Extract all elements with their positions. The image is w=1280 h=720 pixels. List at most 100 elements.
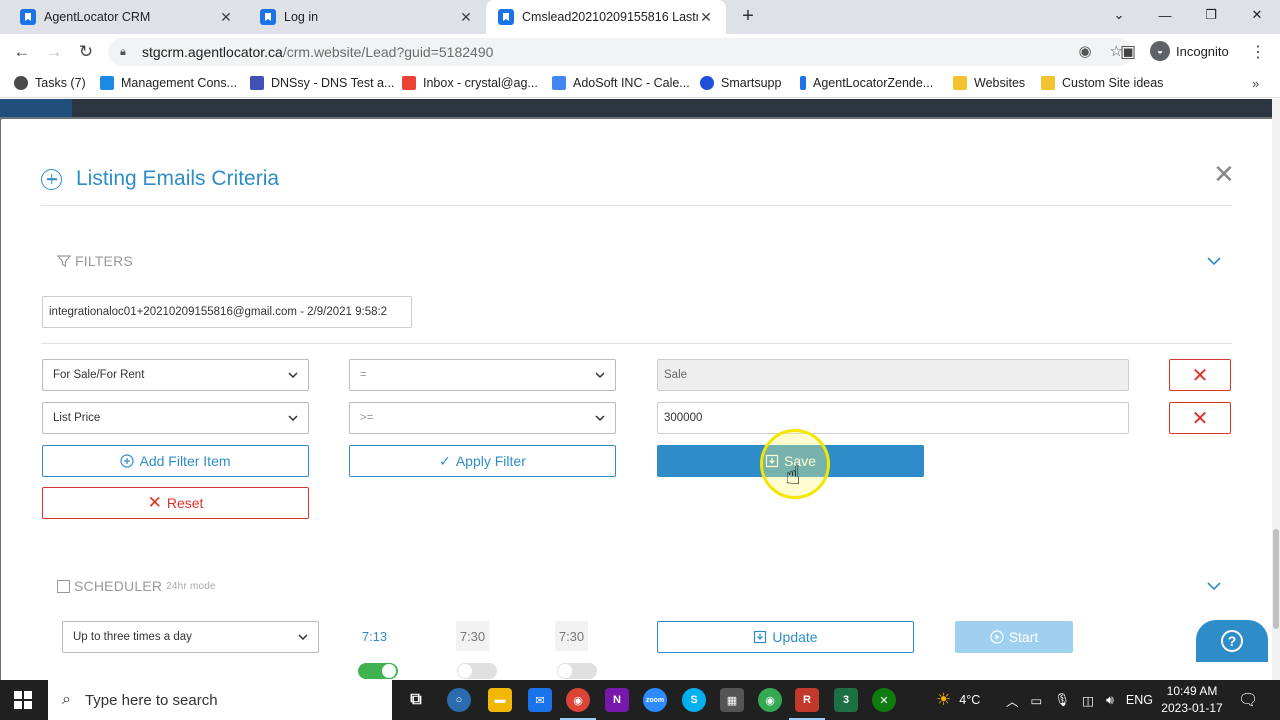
taskbar-search-box[interactable]: ⌕ Type here to search bbox=[48, 680, 392, 720]
forward-arrow-icon[interactable]: → bbox=[42, 40, 66, 64]
skype-icon[interactable]: S bbox=[682, 688, 706, 712]
scheduler-time-2-toggle[interactable] bbox=[457, 663, 497, 679]
tab-log-in[interactable]: Log in ✕ bbox=[248, 0, 486, 34]
meet-camera-icon[interactable]: ▭ bbox=[1031, 693, 1043, 708]
remove-filter-button-1[interactable]: ✕ bbox=[1169, 359, 1231, 391]
page-scrollbar[interactable] bbox=[1272, 99, 1280, 680]
incognito-indicator[interactable]: ◒ Incognito bbox=[1150, 41, 1229, 61]
filters-section-header[interactable]: FILTERS bbox=[57, 253, 133, 269]
filters-collapse-chevron-icon[interactable] bbox=[1206, 253, 1222, 269]
network-icon[interactable]: ◫ bbox=[1082, 693, 1094, 708]
plus-circle-icon bbox=[41, 168, 62, 190]
button-label: Add Filter Item bbox=[139, 453, 231, 469]
scrollbar-thumb[interactable] bbox=[1273, 529, 1279, 629]
cortana-icon[interactable]: ○ bbox=[447, 688, 471, 712]
minimize-icon[interactable]: — bbox=[1142, 0, 1188, 30]
agentlocator-favicon-icon bbox=[498, 9, 514, 25]
weather-widget[interactable]: ☀ 4°C bbox=[936, 680, 980, 720]
bookmark-custom-site-ideas[interactable]: Custom Site ideas bbox=[1041, 76, 1163, 90]
start-button[interactable]: Start bbox=[955, 621, 1073, 653]
scheduler-time-3-toggle[interactable] bbox=[557, 663, 597, 679]
close-window-icon[interactable]: ✕ bbox=[1234, 0, 1280, 30]
remote-app-icon[interactable]: R bbox=[795, 688, 819, 712]
bookmark-tasks[interactable]: Tasks (7) bbox=[14, 76, 86, 90]
folder-icon bbox=[953, 76, 967, 90]
scheduler-time-1-toggle[interactable] bbox=[358, 663, 398, 679]
bookmark-management[interactable]: Management Cons... bbox=[100, 76, 237, 90]
chevron-up-icon[interactable]: ︿ bbox=[1006, 691, 1019, 710]
filter-field-select-1[interactable]: For Sale/For Rent bbox=[42, 359, 309, 391]
filter-operator-select-2[interactable]: >= bbox=[349, 402, 616, 434]
scheduler-time-2[interactable]: 7:30 bbox=[456, 621, 489, 651]
tab-title: Cmslead20210209155816 Lastna bbox=[522, 10, 698, 24]
reset-button[interactable]: ✕ Reset bbox=[42, 487, 309, 519]
filter-value-input-1[interactable]: Sale bbox=[657, 359, 1129, 391]
scheduler-sublabel: 24hr mode bbox=[166, 580, 216, 592]
tab-agentlocator-crm[interactable]: AgentLocator CRM ✕ bbox=[8, 0, 246, 34]
microphone-icon[interactable]: 🎙︎ bbox=[1054, 693, 1070, 708]
scheduler-section-header[interactable]: SCHEDULER 24hr mode bbox=[57, 578, 216, 594]
scheduler-time-1[interactable]: 7:13 bbox=[358, 621, 391, 651]
language-indicator[interactable]: ENG bbox=[1126, 693, 1153, 707]
add-filter-item-button[interactable]: Add Filter Item bbox=[42, 445, 309, 477]
tab-search-chevron-icon[interactable]: ⌄ bbox=[1096, 0, 1142, 30]
update-button[interactable]: Update bbox=[657, 621, 914, 653]
smartsupp-icon bbox=[700, 76, 714, 90]
bookmark-label: Tasks (7) bbox=[35, 76, 86, 90]
restore-icon[interactable]: ❐ bbox=[1188, 0, 1234, 30]
lead-selector-input[interactable]: integrationaloc01+20210209155816@gmail.c… bbox=[42, 296, 412, 328]
tab-close-icon[interactable]: ✕ bbox=[698, 9, 714, 26]
new-tab-plus-icon[interactable]: + bbox=[737, 6, 759, 28]
remove-filter-button-2[interactable]: ✕ bbox=[1169, 402, 1231, 434]
bookmark-dnssy[interactable]: DNSsy - DNS Test a... bbox=[250, 76, 394, 90]
browser-menu-icon[interactable]: ⋮ bbox=[1250, 42, 1266, 62]
back-arrow-icon[interactable]: ← bbox=[10, 40, 34, 64]
filter-value-input-2[interactable]: 300000 bbox=[657, 402, 1129, 434]
excel-icon[interactable]: 3 bbox=[834, 688, 858, 712]
address-bar[interactable]: 🔒︎ stgcrm.agentlocator.ca/crm.website/Le… bbox=[108, 38, 1133, 66]
zoom-icon[interactable]: zoom bbox=[643, 688, 667, 712]
chrome-icon[interactable]: ◉ bbox=[758, 688, 782, 712]
bookmark-adosoft[interactable]: AdoSoft INC - Cale... bbox=[552, 76, 690, 90]
calculator-icon[interactable]: ▦ bbox=[720, 688, 744, 712]
scheduler-time-3[interactable]: 7:30 bbox=[555, 621, 588, 651]
chevron-down-icon bbox=[595, 372, 605, 378]
app-header-strip bbox=[0, 99, 1280, 117]
button-label: Update bbox=[772, 629, 818, 645]
lock-icon[interactable]: 🔒︎ bbox=[120, 46, 132, 59]
volume-icon[interactable]: 🔊︎ bbox=[1106, 693, 1114, 708]
scheduler-frequency-select[interactable]: Up to three times a day bbox=[62, 621, 319, 653]
windows-taskbar: ⌕ Type here to search ⧉ ○ ▬ ✉ ◉ N zoom S… bbox=[0, 680, 1280, 720]
notifications-icon[interactable]: 🗨︎ bbox=[1238, 680, 1258, 720]
chrome-icon[interactable]: ◉ bbox=[566, 688, 590, 712]
save-download-icon bbox=[754, 630, 767, 644]
scheduler-enable-checkbox[interactable] bbox=[57, 579, 70, 593]
filter-operator-select-1[interactable]: = bbox=[349, 359, 616, 391]
file-explorer-icon[interactable]: ▬ bbox=[488, 688, 512, 712]
bookmark-inbox[interactable]: Inbox - crystal@ag... bbox=[402, 76, 538, 90]
profile-label: Incognito bbox=[1176, 43, 1229, 59]
help-widget-button[interactable]: ? bbox=[1196, 620, 1268, 662]
bookmark-websites[interactable]: Websites bbox=[953, 76, 1025, 90]
more-bookmarks-icon[interactable]: » bbox=[1252, 76, 1259, 91]
windows-start-icon[interactable] bbox=[14, 691, 32, 709]
side-panel-icon[interactable]: ▣ bbox=[1116, 40, 1140, 64]
bookmark-smartsupp[interactable]: Smartsupp bbox=[700, 76, 781, 90]
modal-title-text: Listing Emails Criteria bbox=[76, 167, 280, 190]
tracking-blocked-eye-icon[interactable]: ◉ bbox=[1078, 42, 1091, 60]
tab-close-icon[interactable]: ✕ bbox=[458, 9, 474, 26]
onenote-icon[interactable]: N bbox=[605, 688, 629, 712]
bookmark-zendesk[interactable]: AgentLocatorZende... bbox=[800, 76, 933, 90]
task-view-icon[interactable]: ⧉ bbox=[404, 688, 428, 712]
filter-field-select-2[interactable]: List Price bbox=[42, 402, 309, 434]
mail-icon[interactable]: ✉ bbox=[528, 688, 552, 712]
reload-icon[interactable]: ↻ bbox=[74, 40, 98, 64]
search-icon: ⌕ bbox=[62, 691, 71, 708]
taskbar-clock[interactable]: 10:49 AM 2023-01-17 bbox=[1158, 683, 1226, 717]
close-modal-icon[interactable]: ✕ bbox=[1213, 161, 1235, 187]
apply-filter-button[interactable]: ✓ Apply Filter bbox=[349, 445, 616, 477]
xbox-icon[interactable]: ✕ bbox=[872, 688, 896, 712]
scheduler-collapse-chevron-icon[interactable] bbox=[1206, 578, 1222, 594]
tab-cmslead[interactable]: Cmslead20210209155816 Lastna ✕ bbox=[486, 0, 726, 34]
tab-close-icon[interactable]: ✕ bbox=[218, 9, 234, 26]
